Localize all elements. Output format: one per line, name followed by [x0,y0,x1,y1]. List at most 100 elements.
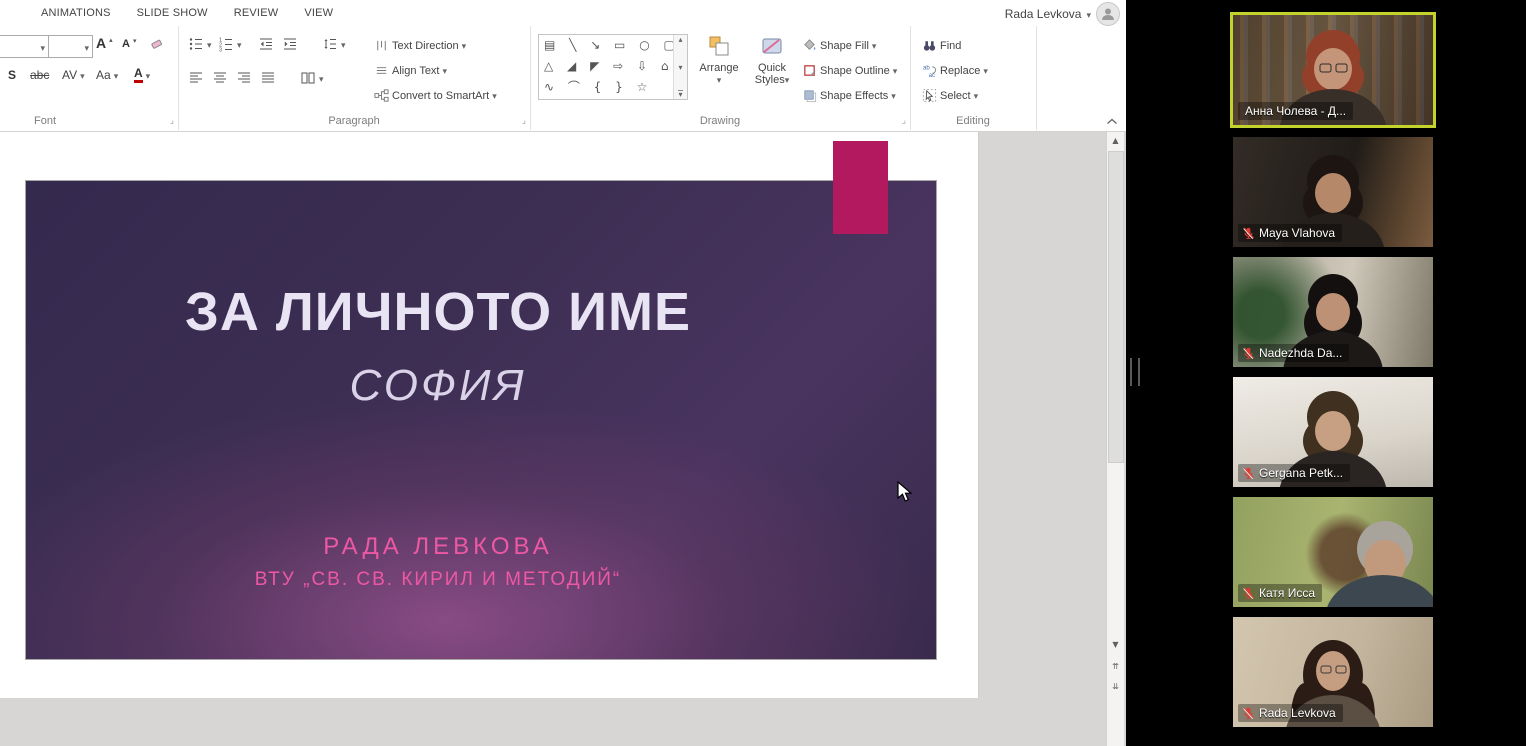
tab-view[interactable]: VIEW [291,0,346,26]
participant-name-tag: Анна Чолева - Д... [1238,102,1353,120]
participant-name-tag: Nadezhda Da... [1238,344,1349,362]
shapes-gallery-row[interactable]: ∿ ⌒ { } ☆ [539,77,687,98]
convert-to-smartart-button[interactable]: Convert to SmartArt [374,88,497,103]
scrollbar-thumb[interactable] [1108,151,1124,463]
participant-name: Катя Исса [1259,586,1315,600]
replace-button[interactable]: abac Replace [922,63,988,78]
participant-name-tag: Катя Исса [1238,584,1322,602]
gallery-more-icon[interactable]: ▾ [678,90,682,99]
arrange-button[interactable]: Arrange [694,32,744,120]
columns-button[interactable] [300,70,324,86]
participant-name: Rada Levkova [1259,706,1336,720]
bullets-button[interactable] [188,36,212,52]
participant-tile[interactable]: Rada Levkova [1233,617,1433,727]
font-color-button[interactable]: A [134,67,150,83]
account-area[interactable]: Rada Levkova [1005,2,1120,26]
align-text-button[interactable]: Align Text [374,63,447,78]
canvas-bottom-margin [0,698,979,746]
shape-outline-icon [802,63,817,78]
slide-author[interactable]: РАДА ЛЕВКОВА [26,533,850,561]
group-label-font: Font [10,115,80,127]
mouse-cursor [897,481,917,503]
change-case-button[interactable]: Aa [96,68,118,82]
font-name-select[interactable] [0,35,49,58]
text-shadow-button[interactable]: S [8,68,16,82]
align-left-icon [188,70,204,86]
group-label-drawing: Drawing [530,115,910,127]
participant-tile[interactable]: Maya Vlahova [1233,137,1433,247]
grow-font-button[interactable]: A [96,35,113,51]
dialog-launcher-icon[interactable] [902,116,906,126]
slide-title-line1[interactable]: ЗА ЛИЧНОТО ИМЕ [26,281,850,343]
chevron-down-icon [443,65,448,77]
line-spacing-button[interactable] [322,36,346,52]
participant-tile[interactable]: Катя Исса [1233,497,1433,607]
dialog-launcher-icon[interactable] [522,116,526,126]
shapes-gallery-scrollbar[interactable]: ▴ ▾ ▾ [673,35,687,99]
svg-text:3: 3 [219,48,222,53]
next-slide-button[interactable]: ⇊ [1107,678,1124,695]
scroll-up-icon[interactable]: ▴ [678,35,682,44]
shape-outline-button[interactable]: Shape Outline [802,63,897,78]
shrink-font-button[interactable]: A [122,37,136,51]
justify-button[interactable] [260,70,276,86]
avatar[interactable] [1096,2,1120,26]
align-center-button[interactable] [212,70,228,86]
slide[interactable]: ЗА ЛИЧНОТО ИМЕ СОФИЯ РАДА ЛЕВКОВА ВТУ „С… [25,180,937,660]
eraser-icon [148,36,164,52]
shapes-gallery-row[interactable]: △ ◢ ◤ ⇨ ⇩ ⌂ [539,56,687,77]
decrease-indent-button[interactable] [258,36,274,52]
columns-icon [300,70,316,86]
numbering-button[interactable]: 123 [218,36,242,52]
previous-slide-button[interactable]: ⇈ [1107,658,1124,675]
dialog-launcher-icon[interactable] [170,116,174,126]
powerpoint-window: ANIMATIONS SLIDE SHOW REVIEW VIEW Rada L… [0,0,1126,746]
vertical-scrollbar[interactable]: ▲ ▼ ⇈ ⇊ [1106,132,1124,746]
participant-tile[interactable]: Анна Чолева - Д... [1230,12,1436,128]
align-right-icon [236,70,252,86]
clear-formatting-button[interactable] [148,36,164,52]
ribbon-group-drawing: ▤ ╲ ↘ ▭ ○ ▢ △ ◢ ◤ ⇨ ⇩ ⌂ ∿ ⌒ { } ☆ ▴ ▾ ▾ Ar… [530,26,911,130]
shapes-gallery-row[interactable]: ▤ ╲ ↘ ▭ ○ ▢ [539,35,687,56]
participant-name-tag: Maya Vlahova [1238,224,1342,242]
tab-slideshow[interactable]: SLIDE SHOW [124,0,221,26]
mic-muted-icon [1242,707,1255,720]
shape-effects-button[interactable]: Shape Effects [802,88,896,103]
shapes-gallery[interactable]: ▤ ╲ ↘ ▭ ○ ▢ △ ◢ ◤ ⇨ ⇩ ⌂ ∿ ⌒ { } ☆ ▴ ▾ ▾ [538,34,688,100]
character-spacing-button[interactable]: AV [62,68,85,82]
panel-resize-handle[interactable] [1130,358,1140,386]
slide-title-line2[interactable]: СОФИЯ [26,361,850,411]
participant-tile[interactable]: Nadezhda Da... [1233,257,1433,367]
group-label-paragraph: Paragraph [178,115,530,127]
align-right-button[interactable] [236,70,252,86]
scroll-down-icon[interactable]: ▾ [678,63,682,72]
strikethrough-button[interactable]: abc [30,68,49,82]
ribbon-tab-bar: ANIMATIONS SLIDE SHOW REVIEW VIEW Rada L… [0,0,1126,26]
collapse-ribbon-button[interactable] [1106,118,1118,125]
chevron-down-icon [319,71,324,85]
replace-icon: abac [922,63,937,78]
find-button[interactable]: Find [922,38,961,53]
account-name[interactable]: Rada Levkova [1005,7,1082,21]
participant-tile[interactable]: Gergana Petk... [1233,377,1433,487]
slide-accent-rectangle[interactable] [833,141,888,234]
quick-styles-button[interactable]: Quick Styles [746,32,798,120]
increase-indent-button[interactable] [282,36,298,52]
slide-affiliation[interactable]: ВТУ „СВ. СВ. КИРИЛ И МЕТОДИЙ“ [26,569,850,591]
chevron-down-icon [237,37,242,51]
align-left-button[interactable] [188,70,204,86]
mic-muted-icon [1242,227,1255,240]
chevron-down-icon [114,68,119,82]
scroll-up-button[interactable]: ▲ [1107,132,1124,149]
participant-name: Gergana Petk... [1259,466,1343,480]
mic-muted-icon [1242,347,1255,360]
scroll-down-button[interactable]: ▼ [1107,636,1124,653]
text-direction-button[interactable]: Text Direction [374,38,466,53]
smartart-icon [374,88,389,103]
shape-fill-button[interactable]: Shape Fill [802,38,876,53]
align-text-icon [374,63,389,78]
select-button[interactable]: Select [922,88,978,103]
tab-animations[interactable]: ANIMATIONS [28,0,124,26]
tab-review[interactable]: REVIEW [221,0,292,26]
font-size-select[interactable] [48,35,93,58]
